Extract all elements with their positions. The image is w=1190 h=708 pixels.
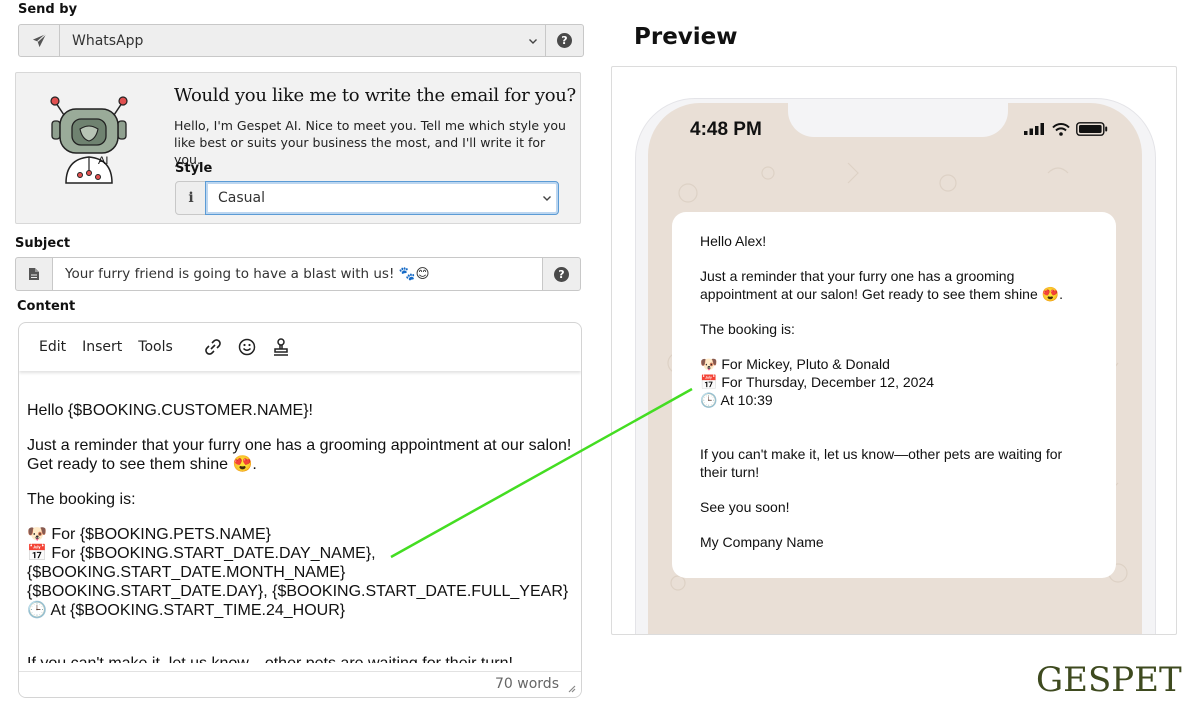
link-icon[interactable]: [203, 337, 223, 357]
send-by-label: Send by: [18, 2, 78, 17]
menu-tools[interactable]: Tools: [138, 339, 173, 355]
body-cut-line: If you can't make it, let us know—other …: [27, 654, 575, 663]
body-reminder: Just a reminder that your furry one has …: [27, 437, 572, 473]
body-line-time: 🕒 At {$BOOKING.START_TIME.24_HOUR}: [27, 602, 346, 619]
body-booking-intro: The booking is:: [27, 491, 136, 508]
msg-greeting: Hello Alex!: [700, 233, 767, 249]
msg-line-date: 📅 For Thursday, December 12, 2024: [700, 374, 935, 390]
robot-badge: AI: [98, 155, 108, 167]
editor-statusbar: 70 words: [19, 671, 581, 697]
status-time: 4:48 PM: [690, 119, 762, 140]
gespet-logo: GESPET: [1036, 660, 1182, 700]
rich-text-editor[interactable]: Edit Insert Tools Hello {$BOOKING.CUSTOM…: [18, 322, 582, 698]
subject-field[interactable]: Your furry friend is going to have a bla…: [15, 257, 581, 291]
subject-input[interactable]: Your furry friend is going to have a bla…: [52, 258, 542, 290]
chevron-down-icon[interactable]: [521, 25, 545, 56]
body-line-pets: 🐶 For {$BOOKING.PETS.NAME}: [27, 526, 271, 543]
stamp-icon[interactable]: [271, 337, 291, 357]
signal-icon: [1024, 123, 1044, 135]
menu-edit[interactable]: Edit: [39, 339, 66, 355]
editor-content[interactable]: Hello {$BOOKING.CUSTOMER.NAME}! Just a r…: [27, 401, 575, 663]
document-icon: [16, 258, 52, 290]
send-by-value[interactable]: WhatsApp: [59, 25, 521, 56]
send-by-select[interactable]: WhatsApp ?: [18, 24, 584, 57]
ai-writer-panel: AI Would you like me to write the email …: [15, 72, 581, 224]
subject-text: Your furry friend is going to have a bla…: [65, 266, 430, 282]
preview-title: Preview: [634, 24, 738, 50]
editor-toolbar: Edit Insert Tools: [19, 323, 581, 371]
msg-signature: My Company Name: [700, 534, 824, 550]
content-label: Content: [17, 299, 76, 314]
question-icon: ?: [554, 266, 569, 282]
msg-line-time: 🕒 At 10:39: [700, 392, 773, 408]
battery-icon: [1076, 122, 1108, 136]
ai-description: Hello, I'm Gespet AI. Nice to meet you. …: [174, 118, 566, 167]
chevron-down-icon: [543, 196, 551, 201]
paper-plane-icon: [19, 25, 59, 56]
question-icon: ?: [557, 33, 572, 48]
robot-icon: AI: [50, 96, 128, 184]
ai-title: Would you like me to write the email for…: [174, 85, 576, 106]
word-count: 70 words: [495, 676, 559, 692]
style-value[interactable]: Casual: [205, 181, 559, 215]
style-value-text: Casual: [218, 190, 265, 206]
msg-booking-intro: The booking is:: [700, 321, 795, 337]
resize-handle-icon[interactable]: [566, 683, 576, 693]
info-icon: i: [188, 190, 194, 206]
send-by-help-button[interactable]: ?: [545, 25, 583, 56]
msg-line-pets: 🐶 For Mickey, Pluto & Donald: [700, 356, 890, 372]
message-bubble: Hello Alex! Just a reminder that your fu…: [672, 212, 1116, 578]
msg-cant-make: If you can't make it, let us know—other …: [700, 446, 1063, 480]
style-label: Style: [175, 161, 213, 176]
menu-insert[interactable]: Insert: [82, 339, 122, 355]
subject-help-button[interactable]: ?: [542, 258, 580, 290]
emoji-icon[interactable]: [237, 337, 257, 357]
msg-see-you: See you soon!: [700, 499, 790, 515]
style-select[interactable]: i Casual: [175, 181, 559, 215]
subject-label: Subject: [15, 236, 71, 251]
body-line-date: 📅 For {$BOOKING.START_DATE.DAY_NAME}, {$…: [27, 545, 569, 600]
status-icons: [1024, 122, 1108, 136]
wifi-icon: [1052, 122, 1070, 136]
msg-reminder: Just a reminder that your furry one has …: [700, 268, 1063, 302]
send-by-value-text: WhatsApp: [72, 32, 144, 49]
body-greeting: Hello {$BOOKING.CUSTOMER.NAME}!: [27, 402, 313, 419]
phone-notch: [788, 103, 1008, 137]
